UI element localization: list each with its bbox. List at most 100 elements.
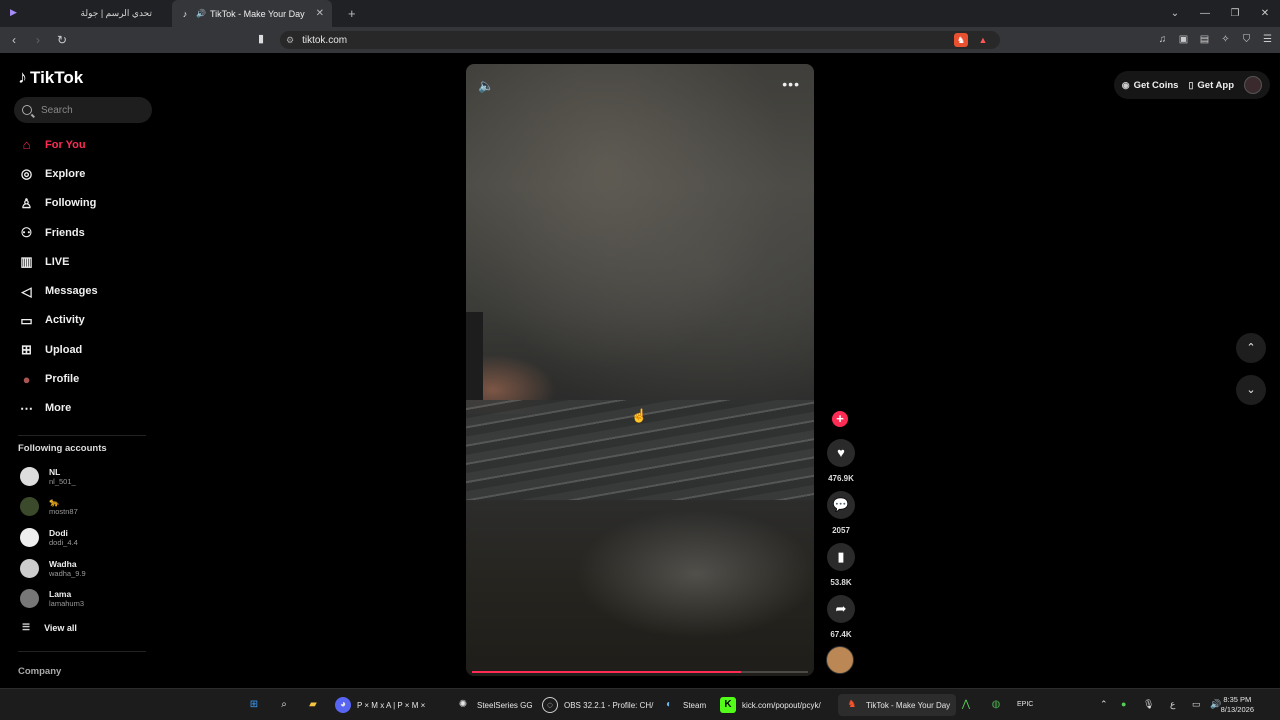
brave-shield-icon[interactable]: ♞ (954, 33, 968, 47)
like-count: 476.9K (828, 474, 854, 483)
tiktok-logo[interactable]: ♪ TikTok (18, 67, 83, 88)
minimize-button[interactable]: — (1190, 8, 1220, 19)
browser-tab-1[interactable]: تحدي الرسم | جولة (0, 0, 160, 27)
volume-tray-icon[interactable]: 🔊 (1210, 699, 1221, 710)
sound-avatar[interactable] (826, 646, 854, 674)
company-link[interactable]: Company (18, 666, 61, 677)
following-icon: ♙ (20, 195, 33, 211)
address-bar: ‹ › ↻ ▮ ⚙ tiktok.com ♞ ▲ ♫ ▣ ▤ ✧ ⛉ ☰ (0, 27, 1280, 53)
sidebar-toggle-icon[interactable]: ▣ (1177, 33, 1190, 46)
share-button[interactable]: ➦ (827, 595, 855, 623)
account-handle: dodi_4.4 (49, 537, 78, 547)
leo-icon[interactable]: ✧ (1219, 33, 1232, 46)
video-clouds (466, 64, 814, 404)
taskbar-item-kick[interactable]: K kick.com/popout/pcyk/ (720, 694, 821, 716)
search-box[interactable] (14, 97, 152, 123)
taskbar-item-label: SteelSeries GG (477, 700, 533, 710)
comment-button[interactable]: 💬 (827, 491, 855, 519)
menu-icon[interactable]: ☰ (1261, 33, 1274, 46)
sidebar-item-profile[interactable]: ● Profile (0, 364, 160, 393)
tab-audio-icon[interactable]: 🔊 (196, 9, 206, 18)
bookmark-button[interactable]: ▮ (827, 543, 855, 571)
url-field[interactable]: ⚙ tiktok.com ♞ ▲ (280, 31, 1000, 49)
reload-button[interactable]: ↻ (52, 33, 72, 47)
follow-plus-button[interactable]: + (832, 411, 848, 427)
taskbar-item-obs[interactable]: ◌ OBS 32.2.1 - Profile: CH/ (542, 694, 653, 716)
tray-status-icon[interactable]: ● (1121, 699, 1126, 709)
account-handle: nl_501_ (49, 476, 76, 486)
sidebar-item-for-you[interactable]: ⌂ For You (0, 130, 160, 159)
maximize-button[interactable]: ❐ (1220, 8, 1250, 19)
file-explorer-button[interactable]: ▰ (305, 694, 327, 716)
taskbar: ⊞ ⌕ ▰ ◕ P × M x A | P × M × ✺ SteelSerie… (0, 688, 1280, 720)
taskbar-item-chrome[interactable]: ◍ (988, 694, 1010, 716)
vpn-icon[interactable]: ⛉ (1240, 33, 1253, 46)
video-building (466, 312, 483, 400)
account-item[interactable]: Dodi dodi_4.4 (0, 522, 160, 553)
upload-icon: ⊞ (21, 342, 32, 358)
system-clock[interactable]: 8:35 PM 8/13/2026 (1221, 695, 1254, 715)
taskbar-item-steam[interactable]: ◐ Steam (661, 694, 706, 716)
next-video-button[interactable]: ⌄ (1236, 375, 1266, 405)
sidebar-item-messages[interactable]: ◁ Messages (0, 276, 160, 305)
rewards-icon[interactable]: ▲ (976, 33, 990, 47)
previous-video-button[interactable]: ⌃ (1236, 333, 1266, 363)
get-app-button[interactable]: ▯ Get App (1188, 80, 1234, 91)
account-name: Lama (49, 589, 72, 600)
tab-search-icon[interactable]: ⌄ (1160, 8, 1190, 19)
forward-button[interactable]: › (28, 33, 48, 47)
url-text: tiktok.com (302, 34, 348, 46)
taskbar-item-app[interactable]: ⋀ (958, 694, 980, 716)
browser-tab-bar: ▶ تحدي الرسم | جولة ♪ 🔊 TikTok - Make Yo… (0, 0, 1280, 27)
more-options-icon[interactable]: ••• (782, 76, 800, 92)
taskbar-item-epic[interactable]: EPIC (1017, 694, 1039, 716)
back-button[interactable]: ‹ (4, 33, 24, 47)
sidebar-item-label: Following (45, 197, 97, 210)
wallet-icon[interactable]: ▤ (1198, 33, 1211, 46)
account-item[interactable]: Wadha wadha_9.9 (0, 553, 160, 584)
taskbar-item-steelseries[interactable]: ✺ SteelSeries GG (455, 694, 533, 716)
bookmark-icon[interactable]: ▮ (258, 32, 270, 46)
taskbar-item-label: TikTok - Make Your Day (866, 700, 951, 710)
sidebar-item-activity[interactable]: ▭ Activity (0, 306, 160, 335)
avatar (20, 527, 39, 547)
sidebar-divider (18, 651, 146, 652)
account-item[interactable]: NL nl_501_ (0, 461, 160, 492)
search-input[interactable] (41, 104, 141, 116)
account-item[interactable]: 🐆 mostn87 (0, 492, 160, 523)
window-controls: ⌄ — ❐ ✕ (1160, 0, 1280, 27)
close-window-button[interactable]: ✕ (1250, 8, 1280, 19)
account-item[interactable]: Lama lamahum3 (0, 583, 160, 614)
coin-icon: ◉ (1121, 79, 1130, 90)
new-tab-button[interactable]: + (348, 6, 356, 21)
sidebar-item-upload[interactable]: ⊞ Upload (0, 335, 160, 364)
sidebar-item-friends[interactable]: ⚇ Friends (0, 218, 160, 247)
start-button[interactable]: ⊞ (246, 694, 268, 716)
tab-label: تحدي الرسم | جولة (80, 8, 152, 18)
video-progress-bar[interactable] (472, 671, 808, 673)
sidebar-item-live[interactable]: ▥ LIVE (0, 247, 160, 276)
avatar (20, 497, 39, 517)
microphone-icon[interactable]: 🎙 (1143, 699, 1154, 710)
network-icon[interactable]: ▭ (1192, 699, 1201, 710)
video-player[interactable]: 🔈 ••• (466, 64, 814, 676)
tray-overflow-icon[interactable]: ⌃ (1100, 699, 1108, 710)
tab-close-icon[interactable]: ✕ (316, 8, 324, 19)
media-icon[interactable]: ♫ (1156, 33, 1169, 46)
sidebar-item-explore[interactable]: ◎ Explore (0, 159, 160, 188)
sidebar-item-label: Messages (45, 285, 98, 298)
taskbar-item-discord[interactable]: ◕ P × M x A | P × M × (335, 694, 425, 716)
user-avatar[interactable] (1244, 76, 1262, 94)
view-all-label: View all (44, 622, 77, 633)
get-coins-button[interactable]: ◉ Get Coins (1122, 80, 1179, 91)
volume-icon[interactable]: 🔈 (478, 78, 494, 94)
like-button[interactable]: ♥ (827, 439, 855, 467)
sidebar-item-following[interactable]: ♙ Following (0, 189, 160, 218)
view-all-button[interactable]: ☰ View all (22, 622, 77, 633)
site-info-icon[interactable]: ⚙ (286, 35, 294, 46)
sidebar-item-more[interactable]: ⋯ More (0, 394, 160, 423)
input-language[interactable]: ع (1170, 699, 1175, 710)
search-taskbar-button[interactable]: ⌕ (276, 694, 298, 716)
browser-tab-2[interactable]: ♪ 🔊 TikTok - Make Your Day ✕ (172, 0, 332, 27)
taskbar-item-brave[interactable]: ♞ TikTok - Make Your Day (838, 694, 957, 716)
